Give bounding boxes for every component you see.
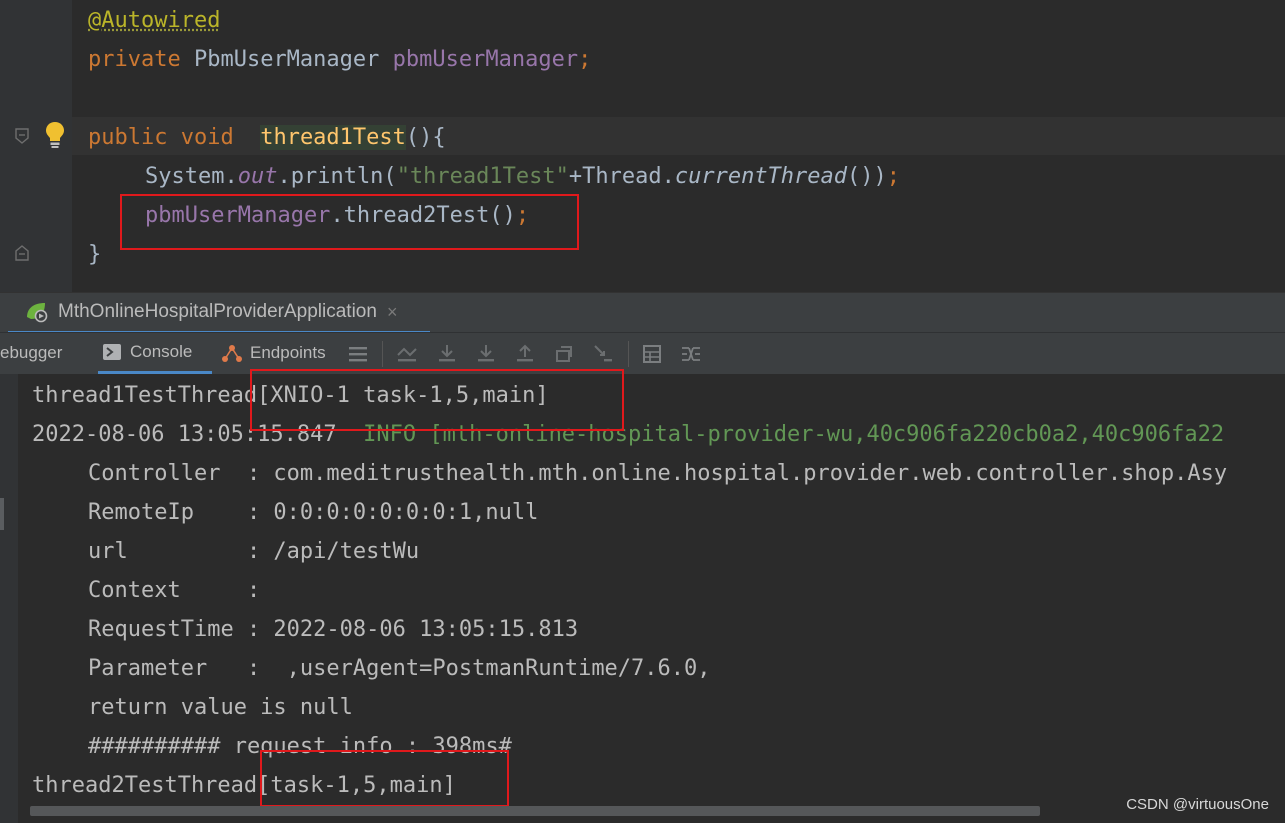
console-line: Parameter : ,userAgent=PostmanRuntime/7.… [88,656,711,681]
console-line: thread1TestThread[XNIO-1 task-1,5,main] [32,383,549,408]
keyword-public: public [88,125,181,150]
toolbar-separator [382,341,383,367]
static-field: out [237,164,278,189]
trace-icon[interactable] [680,343,702,365]
code-line-close-brace: } [88,240,101,270]
keyword-void: void [180,125,234,150]
step-into-icon[interactable] [475,343,497,365]
code-token: +Thread. [568,164,675,189]
string-literal: "thread1Test" [396,164,569,189]
console-line-log: 2022-08-06 13:05:15.847 INFO [mth-online… [32,420,1224,450]
menu-icon[interactable] [347,343,369,365]
close-tab-icon[interactable]: × [387,302,398,323]
log-timestamp: 2022-08-06 13:05:15.847 [32,422,337,447]
console-line: return value is null [88,695,353,720]
endpoints-icon [222,345,242,362]
vertical-scroll-thumb[interactable] [0,498,4,530]
evaluate-expression-icon[interactable] [641,343,663,365]
method-name: thread1Test [260,125,406,150]
method-call: .thread2Test() [330,203,516,228]
tab-console[interactable]: Console [98,333,213,374]
semicolon: ; [886,164,901,189]
autowired-annotation: @Autowired [88,8,221,33]
code-line-annotation: @Autowired [88,6,220,36]
tab-endpoints[interactable]: Endpoints [220,333,326,373]
fold-close-icon[interactable] [15,245,29,261]
method-signature: (){ [405,125,446,150]
drop-frame-icon[interactable] [553,343,575,365]
code-token: System. [145,164,238,189]
type-name: PbmUserManager [193,47,393,72]
console-icon [103,344,121,360]
run-config-label: MthOnlineHospitalProviderApplication [58,301,377,322]
close-brace: } [88,242,102,267]
field-name: pbmUserManager [392,47,579,72]
spring-boot-icon [27,303,48,323]
run-to-cursor-icon[interactable] [592,343,614,365]
console-line: ########## request info : 398ms# [88,734,512,759]
log-info: INFO [mth-online-hospital-provider-wu,40… [336,422,1225,447]
tab-endpoints-label: Endpoints [250,343,326,362]
console-line: Controller : com.meditrusthealth.mth.onl… [88,461,1228,486]
code-line-field-declaration: private PbmUserManager pbmUserManager; [88,45,591,75]
field-reference: pbmUserManager [145,203,331,228]
run-toolbar: ebugger Console Endpoints [0,332,1285,375]
show-execution-point-icon[interactable] [396,343,418,365]
run-config-tab[interactable]: MthOnlineHospitalProviderApplication × [8,293,430,334]
fold-open-icon[interactable] [15,128,29,144]
console-line: RemoteIp : 0:0:0:0:0:0:0:1,null [88,500,539,525]
console-gutter [0,374,18,823]
code-line-println: System.out.println("thread1Test"+Thread.… [145,162,900,192]
toolbar-separator [628,341,629,367]
code-editor[interactable]: @Autowired private PbmUserManager pbmUse… [0,0,1285,292]
semicolon: ; [515,203,530,228]
console-line: thread2TestThread[task-1,5,main] [32,773,456,798]
console-line: url : /api/testWu [88,539,420,564]
static-method: currentThread [674,164,848,189]
semicolon: ; [578,47,592,72]
console-line: RequestTime : 2022-08-06 13:05:15.813 [88,617,579,642]
run-tool-window-header: MthOnlineHospitalProviderApplication × [0,292,1285,334]
tab-debugger-label: ebugger [0,343,63,362]
step-over-icon[interactable] [436,343,458,365]
tab-console-label: Console [130,342,193,361]
keyword-private: private [88,47,194,72]
code-line-thread2-call: pbmUserManager.thread2Test(); [145,201,529,231]
lightbulb-icon[interactable] [44,120,66,150]
console-line: Context : [88,578,261,603]
code-token: ()) [847,164,887,189]
step-out-icon[interactable] [514,343,536,365]
watermark: CSDN @virtuousOne [1126,796,1269,813]
code-line-method-declaration: public void thread1Test(){ [88,123,446,153]
code-token: .println( [277,164,397,189]
tab-debugger[interactable]: ebugger [0,333,62,373]
horizontal-scrollbar[interactable] [30,806,1040,816]
